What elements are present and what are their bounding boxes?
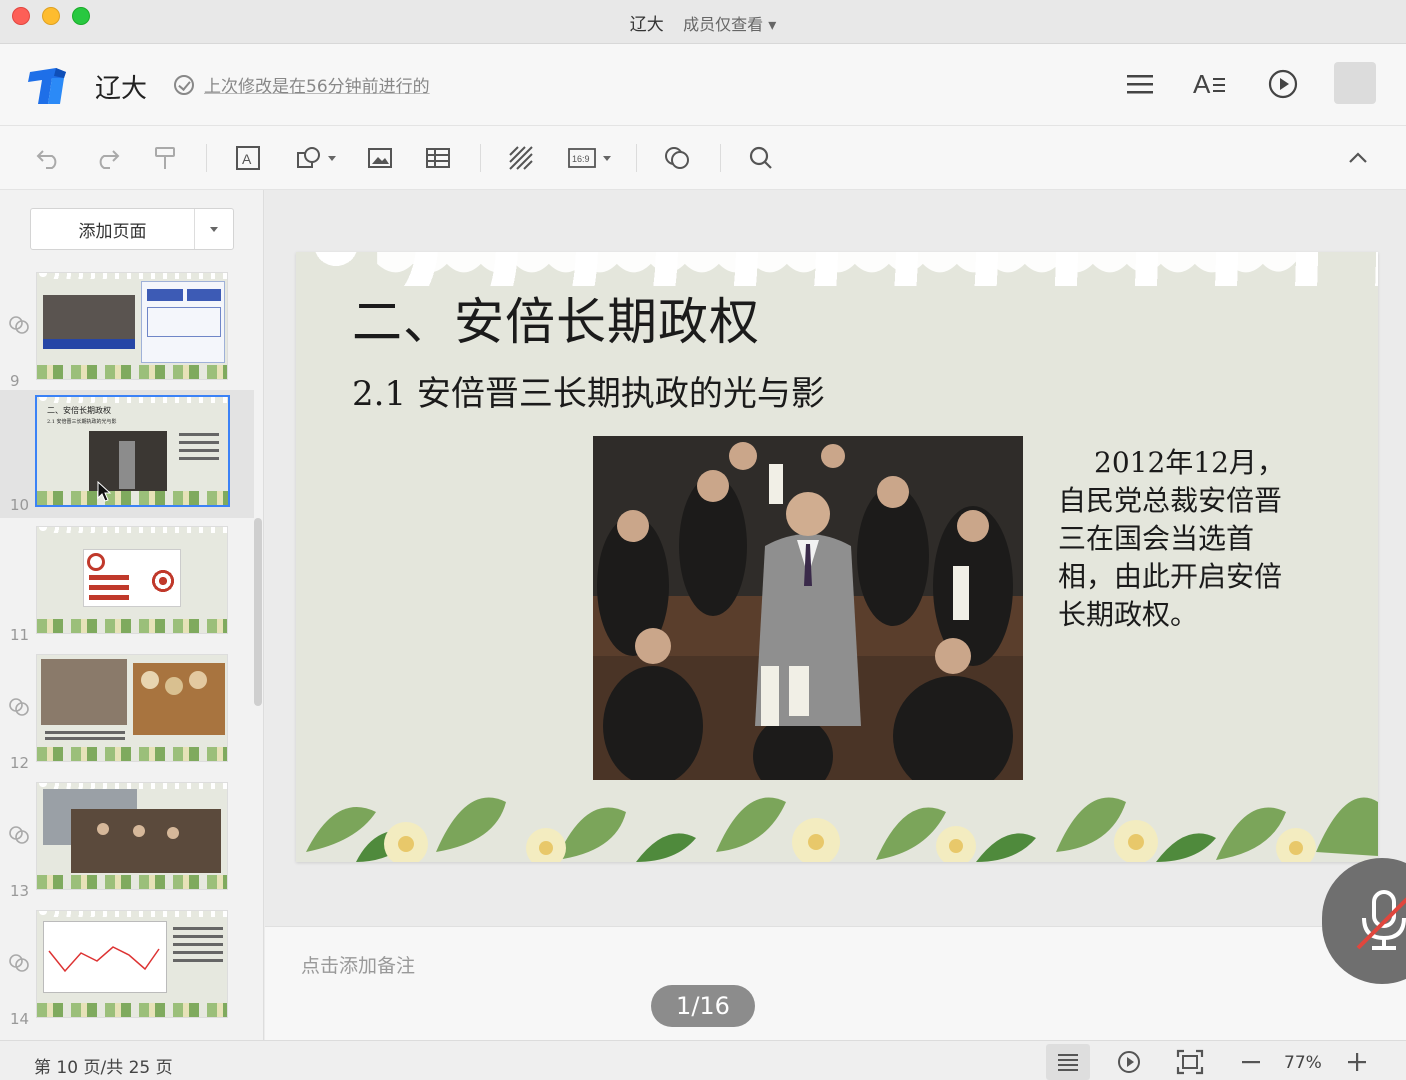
image-icon[interactable] — [366, 142, 394, 174]
slide-thumbnail[interactable] — [36, 910, 228, 1018]
text-style-icon[interactable]: A — [1192, 66, 1228, 102]
background-pattern-icon[interactable] — [506, 142, 536, 174]
avatar[interactable] — [1334, 62, 1376, 104]
table-icon[interactable] — [424, 142, 452, 174]
page-indicator: 1/16 — [651, 985, 755, 1027]
toolbar-divider — [720, 144, 721, 172]
window-title-text: 辽大 — [629, 15, 664, 35]
text-box-icon[interactable]: A — [232, 142, 264, 174]
sidebar-scrollbar[interactable] — [254, 518, 262, 706]
slide-thumbnail-row[interactable]: 13 — [0, 776, 254, 904]
slide-sidebar: 添加页面 9 二、安倍长期政权 2.1 安倍晋三长期执政的光与影 10 11 1… — [0, 190, 264, 1040]
slide-thumbnail-row[interactable]: 12 — [0, 648, 254, 776]
slide-number: 14 — [10, 1010, 30, 1028]
format-painter-icon[interactable] — [150, 142, 180, 174]
toolbar-divider — [480, 144, 481, 172]
mic-muted-icon — [1356, 890, 1406, 950]
toolbar-divider — [636, 144, 637, 172]
slide-thumbnail[interactable]: 二、安倍长期政权 2.1 安倍晋三长期执政的光与影 — [35, 395, 230, 507]
thumbnail-subtitle: 2.1 安倍晋三长期执政的光与影 — [47, 419, 117, 425]
menu-icon[interactable] — [1122, 66, 1158, 102]
svg-text:A: A — [1193, 70, 1211, 98]
lace-decoration — [296, 252, 1378, 286]
permission-label: 成员仅查看 — [683, 15, 764, 34]
link-icon — [9, 698, 29, 716]
link-icon — [9, 954, 29, 972]
app-header: 辽大 上次修改是在56分钟前进行的 A — [0, 44, 1406, 126]
status-bar: 第 10 页/共 25 页 77% — [0, 1040, 1406, 1080]
undo-icon[interactable] — [34, 142, 64, 174]
toolbar-divider — [206, 144, 207, 172]
link-icon — [9, 826, 29, 844]
slide-number: 13 — [10, 882, 30, 900]
notes-placeholder[interactable]: 点击添加备注 — [301, 951, 415, 978]
play-slideshow-icon[interactable] — [1114, 1047, 1144, 1077]
slide-thumbnail[interactable] — [36, 654, 228, 762]
aspect-ratio-dropdown-icon[interactable]: 16:9 — [564, 142, 614, 174]
permission-dropdown[interactable]: 成员仅查看 ▾ — [683, 15, 776, 34]
fit-screen-icon[interactable] — [1174, 1047, 1206, 1077]
zoom-in-icon[interactable] — [1344, 1047, 1370, 1077]
page-count-status: 第 10 页/共 25 页 — [34, 1058, 173, 1078]
svg-text:A: A — [242, 151, 252, 167]
slide-number: 12 — [10, 754, 30, 772]
title-bar: 辽大 成员仅查看 ▾ — [0, 0, 1406, 44]
add-page-dropdown[interactable] — [195, 209, 233, 249]
slide-photo[interactable] — [593, 436, 1023, 780]
collapse-toolbar-icon[interactable] — [1344, 142, 1372, 174]
comment-icon[interactable] — [662, 142, 692, 174]
present-play-icon[interactable] — [1265, 66, 1301, 102]
notes-panel[interactable]: 点击添加备注 — [265, 926, 1406, 1040]
toolbar: A 16:9 — [0, 126, 1406, 190]
save-status-text: 上次修改是在56分钟前进行的 — [204, 77, 430, 97]
slide-number: 9 — [10, 372, 20, 390]
save-status[interactable]: 上次修改是在56分钟前进行的 — [174, 72, 430, 97]
window-title: 辽大 成员仅查看 ▾ — [0, 10, 1406, 35]
app-logo-icon[interactable] — [26, 64, 70, 106]
redo-icon[interactable] — [92, 142, 122, 174]
svg-text:16:9: 16:9 — [572, 154, 590, 164]
floral-decoration — [306, 797, 1378, 862]
thumbnail-title: 二、安倍长期政权 — [47, 406, 111, 415]
slide-thumbnail[interactable] — [36, 272, 228, 380]
shape-dropdown-icon[interactable] — [292, 142, 340, 174]
slide-thumbnail-row[interactable]: 9 — [0, 266, 254, 394]
notes-view-icon[interactable] — [1052, 1047, 1084, 1077]
chevron-down-icon — [210, 226, 218, 232]
slide-thumbnail-row[interactable]: 11 — [0, 520, 254, 648]
add-page-label: 添加页面 — [31, 209, 195, 249]
slide-number: 10 — [10, 496, 30, 514]
slide-thumbnail[interactable] — [36, 782, 228, 890]
add-page-button[interactable]: 添加页面 — [30, 208, 234, 250]
slide-body-text[interactable]: 2012年12月，自民党总裁安倍晋三在国会当选首相，由此开启安倍长期政权。 — [1058, 444, 1290, 634]
slide-subtitle[interactable]: 2.1 安倍晋三长期执政的光与影 — [352, 366, 825, 415]
slide-thumbnail-row[interactable]: 14 — [0, 904, 254, 1032]
zoom-out-icon[interactable] — [1238, 1047, 1264, 1077]
mouse-cursor-icon — [97, 480, 112, 502]
slide-thumbnail-row-selected[interactable]: 二、安倍长期政权 2.1 安倍晋三长期执政的光与影 10 — [0, 390, 254, 518]
zoom-level[interactable]: 77% — [1284, 1053, 1322, 1073]
current-slide[interactable]: 二、安倍长期政权 2.1 安倍晋三长期执政的光与影 2012年12月，自民党总裁… — [296, 252, 1378, 862]
slide-number: 11 — [10, 626, 30, 644]
slide-title[interactable]: 二、安倍长期政权 — [352, 282, 760, 354]
link-icon — [9, 316, 29, 334]
search-icon[interactable] — [746, 142, 776, 174]
slide-thumbnail[interactable] — [36, 526, 228, 634]
saved-check-icon — [174, 74, 194, 95]
document-title[interactable]: 辽大 — [95, 68, 147, 105]
